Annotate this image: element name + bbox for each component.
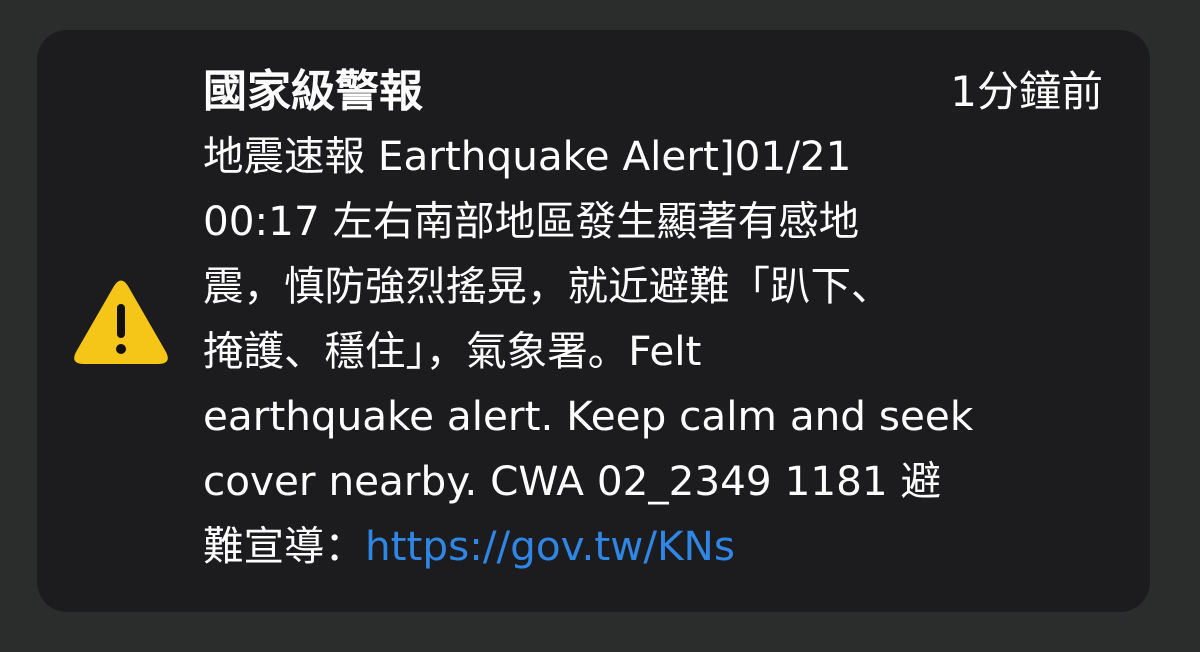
message-line: 震，慎防強烈搖晃，就近避難「趴下、 [203,262,892,310]
message-line: earthquake alert. Keep calm and seek [203,392,974,440]
message-line: cover nearby. CWA 02_2349 1181 避 [203,457,942,505]
message-line: 地震速報 Earthquake Alert]01/21 [203,132,852,180]
alert-title: 國家級警報 [203,66,423,117]
emergency-alert-notification[interactable]: 國家級警報 1分鐘前 地震速報 Earthquake Alert]01/21 0… [37,30,1150,612]
message-line-last: 難宣導：https://gov.tw/KNs [203,514,1108,579]
evacuation-info-link[interactable]: https://gov.tw/KNs [365,522,735,570]
alert-timestamp: 1分鐘前 [950,67,1103,116]
message-line-text: 難宣導： [203,522,365,570]
warning-triangle-icon [74,280,168,364]
message-line: 掩護、穩住」，氣象署。Felt [203,327,702,375]
message-line: 00:17 左右南部地區發生顯著有感地 [203,197,860,245]
alert-message: 地震速報 Earthquake Alert]01/21 00:17 左右南部地區… [203,124,1108,579]
